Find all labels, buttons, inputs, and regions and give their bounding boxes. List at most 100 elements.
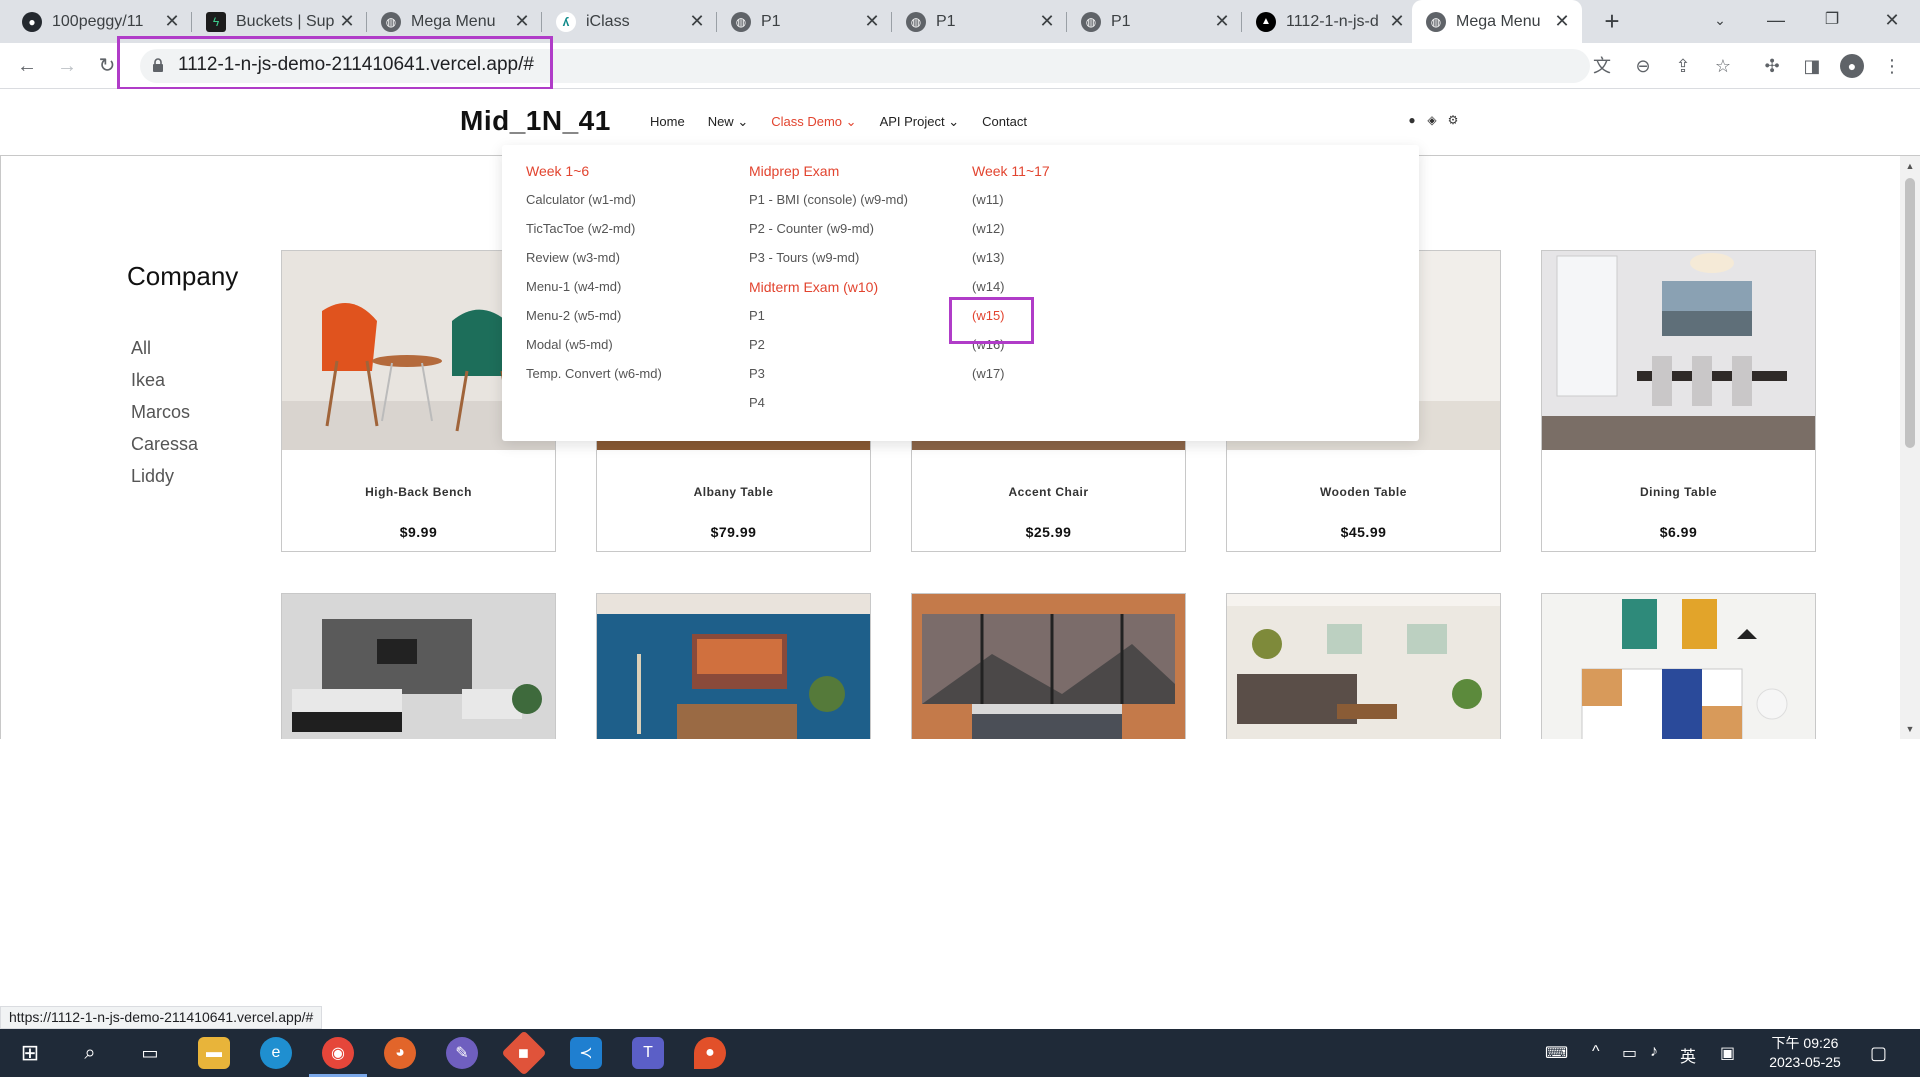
product-card[interactable] [911, 593, 1186, 739]
close-icon[interactable]: ✕ [1212, 11, 1232, 32]
sidebar-item-liddy[interactable]: Liddy [131, 466, 174, 487]
tab-p1-b[interactable]: ◍ P1 ✕ [892, 0, 1067, 43]
ime-indicator[interactable]: 英 [1680, 1043, 1696, 1067]
sidebar-item-marcos[interactable]: Marcos [131, 402, 190, 423]
scroll-down-icon[interactable]: ▼ [1900, 721, 1920, 737]
mega-link[interactable]: P1 - BMI (console) (w9-md) [749, 192, 908, 221]
extensions-icon[interactable]: ✣ [1760, 54, 1784, 78]
teams-icon[interactable]: T [632, 1037, 664, 1069]
scroll-up-icon[interactable]: ▲ [1900, 158, 1920, 174]
keyboard-icon[interactable]: ⌨ [1545, 1043, 1568, 1063]
tab-p1-c[interactable]: ◍ P1 ✕ [1067, 0, 1242, 43]
sidebar-item-ikea[interactable]: Ikea [131, 370, 165, 391]
mega-link[interactable]: (w17) [972, 366, 1050, 395]
paint-icon[interactable]: ✎ [446, 1037, 478, 1069]
taskbar-clock[interactable]: 下午 09:26 2023-05-25 [1760, 1034, 1850, 1072]
windows-start-icon[interactable]: ⊞ [14, 1037, 46, 1069]
gear-icon[interactable]: ⚙ [1446, 113, 1460, 127]
translate-icon[interactable]: 文 [1590, 54, 1614, 78]
ime-mode-icon[interactable]: ▣ [1720, 1043, 1735, 1063]
product-card[interactable] [1541, 593, 1816, 739]
mega-link[interactable]: Calculator (w1-md) [526, 192, 662, 221]
share-icon[interactable]: ⇪ [1671, 54, 1695, 78]
task-view-icon[interactable]: ▭ [134, 1037, 166, 1069]
mega-link[interactable]: (w11) [972, 192, 1050, 221]
minimize-icon[interactable]: — [1748, 0, 1804, 43]
mega-link[interactable]: TicTacToe (w2-md) [526, 221, 662, 250]
mega-link[interactable]: P2 - Counter (w9-md) [749, 221, 908, 250]
network-icon[interactable]: ▭ [1622, 1043, 1637, 1063]
zoom-icon[interactable]: ⊖ [1631, 54, 1655, 78]
annotation-highlight-w15 [949, 297, 1034, 344]
mega-heading: Week 1~6 [526, 163, 590, 179]
sidebar-item-caressa[interactable]: Caressa [131, 434, 198, 455]
close-icon[interactable]: ✕ [862, 11, 882, 32]
tab-vercel[interactable]: ▲ 1112-1-n-js-d ✕ [1242, 0, 1417, 43]
tab-mega-menu-active[interactable]: ◍ Mega Menu ✕ [1412, 0, 1582, 43]
mega-link[interactable]: (w13) [972, 250, 1050, 279]
page-scrollbar[interactable]: ▲ ▼ [1900, 156, 1920, 739]
tab-search-icon[interactable]: ⌄ [1692, 0, 1748, 43]
scroll-thumb[interactable] [1905, 178, 1915, 448]
close-icon[interactable]: ✕ [1037, 11, 1057, 32]
notification-icon[interactable]: ▢ [1870, 1043, 1887, 1064]
app-drop-icon[interactable]: ● [694, 1037, 726, 1069]
nav-home[interactable]: Home [650, 114, 685, 130]
volume-muted-icon[interactable]: ♪ [1650, 1043, 1658, 1061]
show-hidden-icons-icon[interactable]: ^ [1592, 1043, 1600, 1061]
mega-link[interactable]: (w12) [972, 221, 1050, 250]
chrome-icon[interactable]: ◉ [309, 1037, 367, 1077]
firefox-icon[interactable]: ◕ [384, 1037, 416, 1069]
github-icon[interactable]: ● [1405, 113, 1419, 127]
menu-dots-icon[interactable]: ⋮ [1880, 54, 1904, 78]
nav-class-demo[interactable]: Class Demo ⌄ [771, 114, 856, 130]
close-icon[interactable]: ✕ [162, 11, 182, 32]
side-panel-icon[interactable]: ◨ [1800, 54, 1824, 78]
bookmark-star-icon[interactable]: ☆ [1711, 54, 1735, 78]
edge-icon[interactable]: e [260, 1037, 292, 1069]
mega-link[interactable]: Menu-2 (w5-md) [526, 308, 662, 337]
close-icon[interactable]: ✕ [1552, 11, 1572, 32]
mega-link[interactable]: Temp. Convert (w6-md) [526, 366, 662, 395]
close-window-icon[interactable]: ✕ [1864, 0, 1920, 43]
tab-title: Buckets | Sup [236, 12, 335, 30]
product-card[interactable] [281, 593, 556, 739]
git-icon[interactable]: ◆ [501, 1030, 547, 1076]
mega-link[interactable]: Review (w3-md) [526, 250, 662, 279]
forward-icon[interactable]: → [52, 51, 82, 81]
tab-title: P1 [936, 12, 956, 30]
close-icon[interactable]: ✕ [1387, 11, 1407, 32]
search-icon[interactable]: ⌕ [74, 1037, 106, 1069]
tab-p1-a[interactable]: ◍ P1 ✕ [717, 0, 892, 43]
sidebar-item-all[interactable]: All [131, 338, 151, 359]
mega-link[interactable]: P4 [749, 395, 908, 424]
mega-link[interactable]: P3 - Tours (w9-md) [749, 250, 908, 279]
diamond-icon[interactable]: ◈ [1425, 113, 1439, 127]
product-card[interactable] [596, 593, 871, 739]
nav-api-project[interactable]: API Project ⌄ [880, 114, 960, 130]
nav-new[interactable]: New ⌄ [708, 114, 749, 130]
product-name: High-Back Bench [365, 485, 472, 499]
mega-heading: Midprep Exam [749, 163, 840, 179]
close-icon[interactable]: ✕ [512, 11, 532, 32]
tab-iclass[interactable]: ʎ iClass ✕ [542, 0, 717, 43]
mega-link[interactable]: Menu-1 (w4-md) [526, 279, 662, 308]
product-card[interactable] [1226, 593, 1501, 739]
file-explorer-icon[interactable]: ▬ [198, 1037, 230, 1069]
mega-link[interactable]: P3 [749, 366, 908, 395]
nav-contact[interactable]: Contact [982, 114, 1027, 130]
close-icon[interactable]: ✕ [337, 11, 357, 32]
chevron-down-icon: ⌄ [737, 114, 749, 129]
back-icon[interactable]: ← [12, 51, 42, 81]
site-logo[interactable]: Mid_1N_41 [460, 105, 611, 137]
mega-link[interactable]: P2 [749, 337, 908, 366]
close-icon[interactable]: ✕ [687, 11, 707, 32]
vscode-icon[interactable]: ≺ [570, 1037, 602, 1069]
new-tab-button[interactable]: + [1596, 4, 1628, 38]
maximize-icon[interactable]: ❐ [1804, 0, 1860, 43]
mega-link[interactable]: Modal (w5-md) [526, 337, 662, 366]
product-card[interactable]: Dining Table $6.99 [1541, 250, 1816, 552]
mega-link[interactable]: P1 [749, 308, 908, 337]
profile-avatar-icon[interactable]: ● [1840, 54, 1864, 78]
product-name: Wooden Table [1320, 485, 1407, 499]
